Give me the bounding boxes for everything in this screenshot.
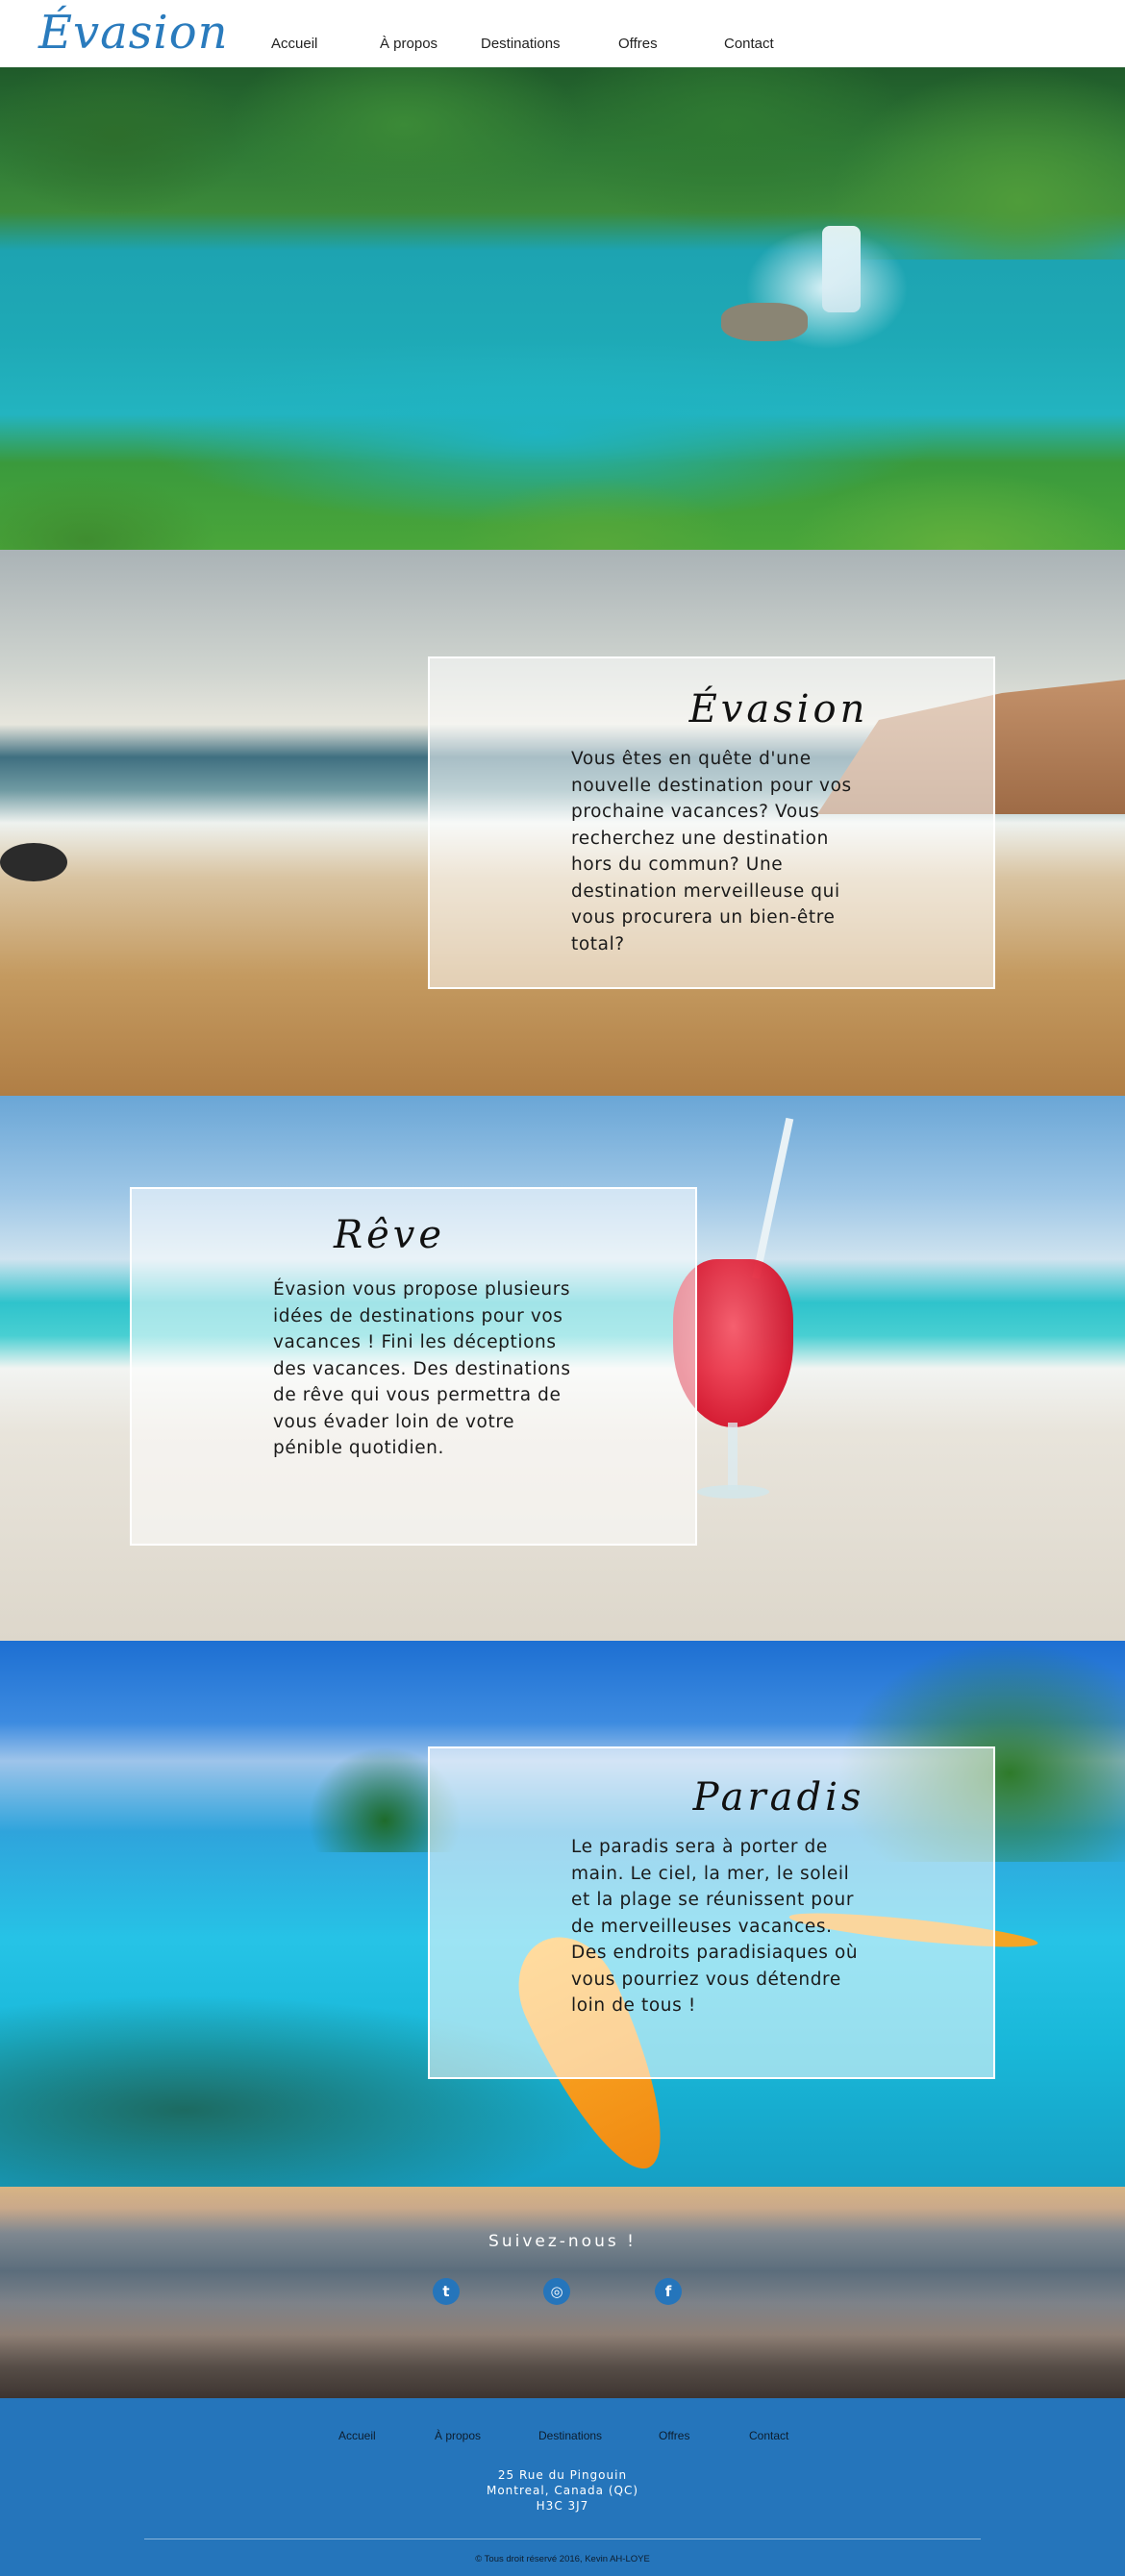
footer-link-accueil[interactable]: Accueil bbox=[338, 2429, 376, 2442]
site-footer: Accueil À propos Destinations Offres Con… bbox=[0, 2398, 1125, 2576]
nav-item-offres[interactable]: Offres bbox=[611, 36, 716, 52]
address-line: 25 Rue du Pingouin bbox=[497, 2468, 628, 2482]
footer-nav: Accueil À propos Destinations Offres Con… bbox=[0, 2429, 1125, 2448]
nav-item-destinations[interactable]: Destinations bbox=[481, 36, 611, 52]
footer-link-offres[interactable]: Offres bbox=[659, 2429, 689, 2442]
forest-decoration bbox=[0, 67, 1125, 260]
instagram-icon[interactable]: ◎ bbox=[543, 2278, 570, 2305]
paradis-card: Paradis Le paradis sera à porter de main… bbox=[428, 1746, 995, 2079]
social-section: Suivez-nous ! t ◎ f bbox=[0, 2187, 1125, 2398]
reve-card: Rêve Évasion vous propose plusieurs idée… bbox=[130, 1187, 697, 1546]
footer-link-contact[interactable]: Contact bbox=[749, 2429, 788, 2442]
evasion-title: Évasion bbox=[688, 687, 869, 731]
waterfall-decoration bbox=[822, 226, 861, 312]
reve-title: Rêve bbox=[333, 1213, 446, 1257]
rock-decoration bbox=[0, 843, 67, 881]
glass-stem-decoration bbox=[728, 1423, 738, 1490]
hero-lake-image bbox=[0, 67, 1125, 550]
straw-decoration bbox=[752, 1117, 794, 1279]
main-nav: Accueil À propos Destinations Offres Con… bbox=[260, 36, 812, 52]
evasion-card: Évasion Vous êtes en quête d'une nouvell… bbox=[428, 656, 995, 989]
nav-item-contact[interactable]: Contact bbox=[716, 36, 812, 52]
glass-base-decoration bbox=[697, 1485, 769, 1499]
footer-link-a-propos[interactable]: À propos bbox=[435, 2429, 481, 2442]
site-logo[interactable]: Évasion bbox=[38, 6, 229, 60]
foliage-decoration bbox=[0, 434, 1125, 550]
copyright-text: © Tous droit réservé 2016, Kevin AH-LOYE bbox=[475, 2554, 650, 2564]
footer-link-destinations[interactable]: Destinations bbox=[538, 2429, 602, 2442]
reve-text: Évasion vous propose plusieurs idées de … bbox=[273, 1279, 571, 1458]
nav-item-accueil[interactable]: Accueil bbox=[260, 36, 380, 52]
rocks-decoration bbox=[721, 303, 808, 341]
paradis-text: Le paradis sera à porter de main. Le cie… bbox=[571, 1837, 859, 2016]
address-block: 25 Rue du Pingouin Montreal, Canada (QC)… bbox=[0, 2467, 1125, 2514]
facebook-icon[interactable]: f bbox=[655, 2278, 682, 2305]
address-line: Montreal, Canada (QC) bbox=[486, 2484, 639, 2497]
site-header: Évasion Accueil À propos Destinations Of… bbox=[0, 0, 1125, 67]
social-title: Suivez-nous ! bbox=[488, 2232, 637, 2251]
address-line: H3C 3J7 bbox=[536, 2499, 589, 2513]
nav-item-a-propos[interactable]: À propos bbox=[380, 36, 481, 52]
twitter-icon[interactable]: t bbox=[433, 2278, 460, 2305]
paradis-title: Paradis bbox=[692, 1775, 865, 1820]
evasion-text: Vous êtes en quête d'une nouvelle destin… bbox=[571, 749, 852, 954]
